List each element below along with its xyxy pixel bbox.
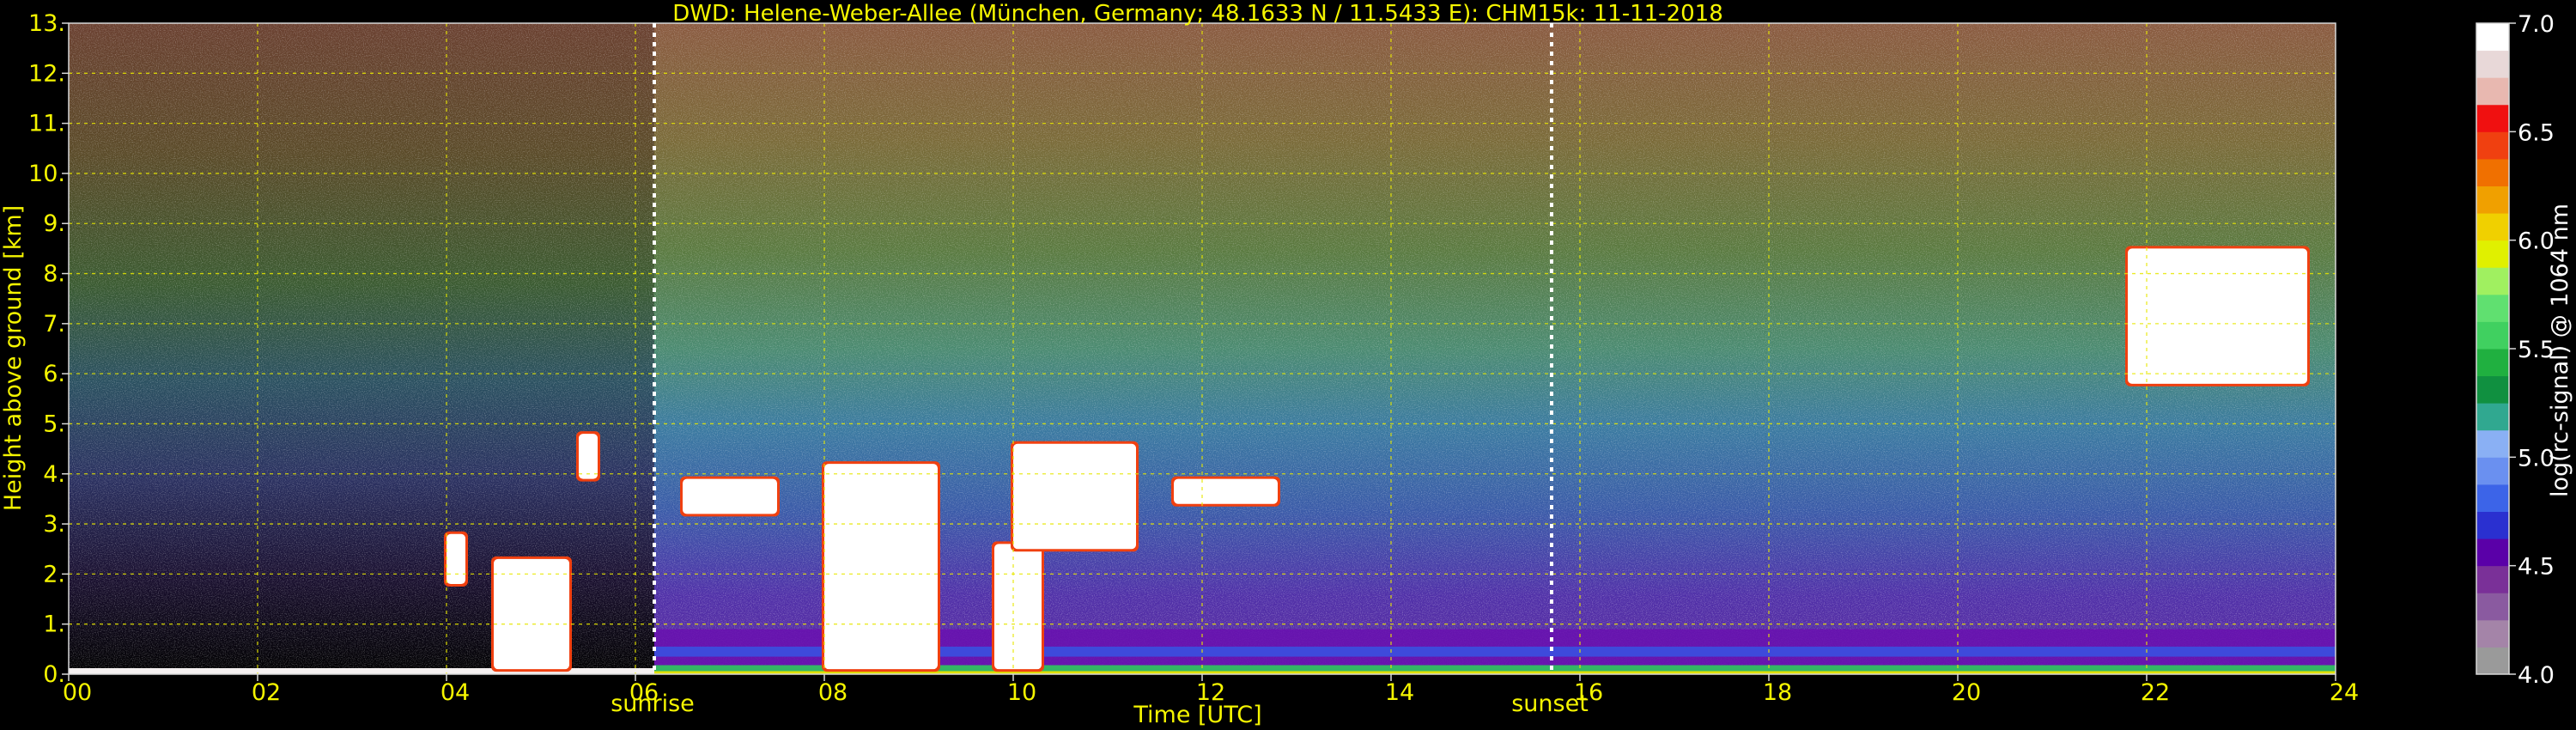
- colorbar-segment: [2476, 158, 2509, 186]
- x-tick-label: 18: [1763, 679, 1792, 706]
- cloud: [494, 558, 569, 670]
- x-tick-label: 06: [629, 679, 659, 706]
- colorbar-segment: [2476, 349, 2509, 377]
- x-tick-label: 10: [1007, 679, 1036, 706]
- cloud: [447, 533, 465, 585]
- colorbar-segment: [2476, 375, 2509, 404]
- cloud: [2128, 248, 2307, 384]
- cloud: [683, 478, 777, 514]
- y-tick-label: 13.: [28, 10, 65, 37]
- colorbar-segment: [2476, 77, 2509, 106]
- y-tick-label: 0.: [43, 661, 65, 688]
- x-tick-label: 20: [1952, 679, 1981, 706]
- colorbar-segment: [2476, 538, 2509, 567]
- colorbar-segment: [2476, 267, 2509, 295]
- colorbar-segment: [2476, 50, 2509, 78]
- x-tick-label: 24: [2330, 679, 2359, 706]
- x-tick-label: 02: [252, 679, 281, 706]
- colorbar-tick-label: 7.0: [2518, 11, 2555, 38]
- colorbar-segment: [2476, 104, 2509, 132]
- y-tick-label: 10.: [28, 161, 65, 187]
- colorbar-segment: [2476, 511, 2509, 539]
- colorbar-tick-label: 4.5: [2518, 554, 2555, 581]
- cloud: [579, 434, 598, 479]
- colorbar: [2476, 22, 2510, 675]
- x-axis-label: Time [UTC]: [1133, 702, 1261, 728]
- y-tick-label: 4.: [43, 461, 65, 488]
- y-tick-label: 11.: [28, 111, 65, 137]
- y-tick-label: 7.: [43, 311, 65, 338]
- x-tick-label: 14: [1385, 679, 1414, 706]
- colorbar-tick-label: 4.0: [2518, 662, 2555, 689]
- cloud: [994, 544, 1042, 670]
- y-tick-label: 5.: [43, 411, 65, 437]
- colorbar-segment: [2476, 484, 2509, 512]
- colorbar-segment: [2476, 593, 2509, 621]
- colorbar-segment: [2476, 213, 2509, 241]
- ceilometer-chart: sunrise sunset 00 02 04 06 08 10 12 14 16 18 20 22 24…: [0, 1, 2573, 728]
- colorbar-segment: [2476, 457, 2509, 485]
- colorbar-segment: [2476, 565, 2509, 593]
- chart-title: DWD: Helene-Weber-Allee (München, German…: [672, 1, 1723, 27]
- colorbar-segment: [2476, 186, 2509, 214]
- y-tick-label: 1.: [43, 611, 65, 638]
- x-tick-label: 16: [1574, 679, 1603, 706]
- y-tick-label: 6.: [43, 361, 65, 387]
- x-tick-label: 04: [440, 679, 470, 706]
- cloud: [1174, 478, 1278, 504]
- colorbar-segment: [2476, 619, 2509, 648]
- colorbar-segment: [2476, 131, 2509, 160]
- y-tick-label: 3.: [43, 511, 65, 538]
- colorbar-segment: [2476, 23, 2509, 52]
- y-tick-label: 12.: [28, 60, 65, 87]
- x-tick-label: 08: [818, 679, 848, 706]
- cloud: [824, 464, 938, 670]
- colorbar-segment: [2476, 240, 2509, 268]
- x-tick-label: 22: [2141, 679, 2170, 706]
- colorbar-tick-label: 6.5: [2518, 119, 2555, 146]
- x-tick-label: 00: [63, 679, 92, 706]
- cloud: [1013, 443, 1136, 550]
- colorbar-segment: [2476, 321, 2509, 350]
- y-tick-label: 8.: [43, 261, 65, 288]
- colorbar-segment: [2476, 647, 2509, 675]
- colorbar-label: log(rc-signal) @ 1064 nm: [2547, 204, 2573, 497]
- y-axis-label: Height above ground [km]: [0, 205, 27, 511]
- colorbar-segment: [2476, 294, 2509, 322]
- y-tick-label: 9.: [43, 210, 65, 237]
- y-tick-label: 2.: [43, 561, 65, 587]
- colorbar-segment: [2476, 429, 2509, 458]
- y-axis-ticks: 0. 1. 2. 3. 4. 5. 6. 7. 8. 9. 10. 11. 12. 13.: [28, 10, 69, 688]
- colorbar-segment: [2476, 403, 2509, 431]
